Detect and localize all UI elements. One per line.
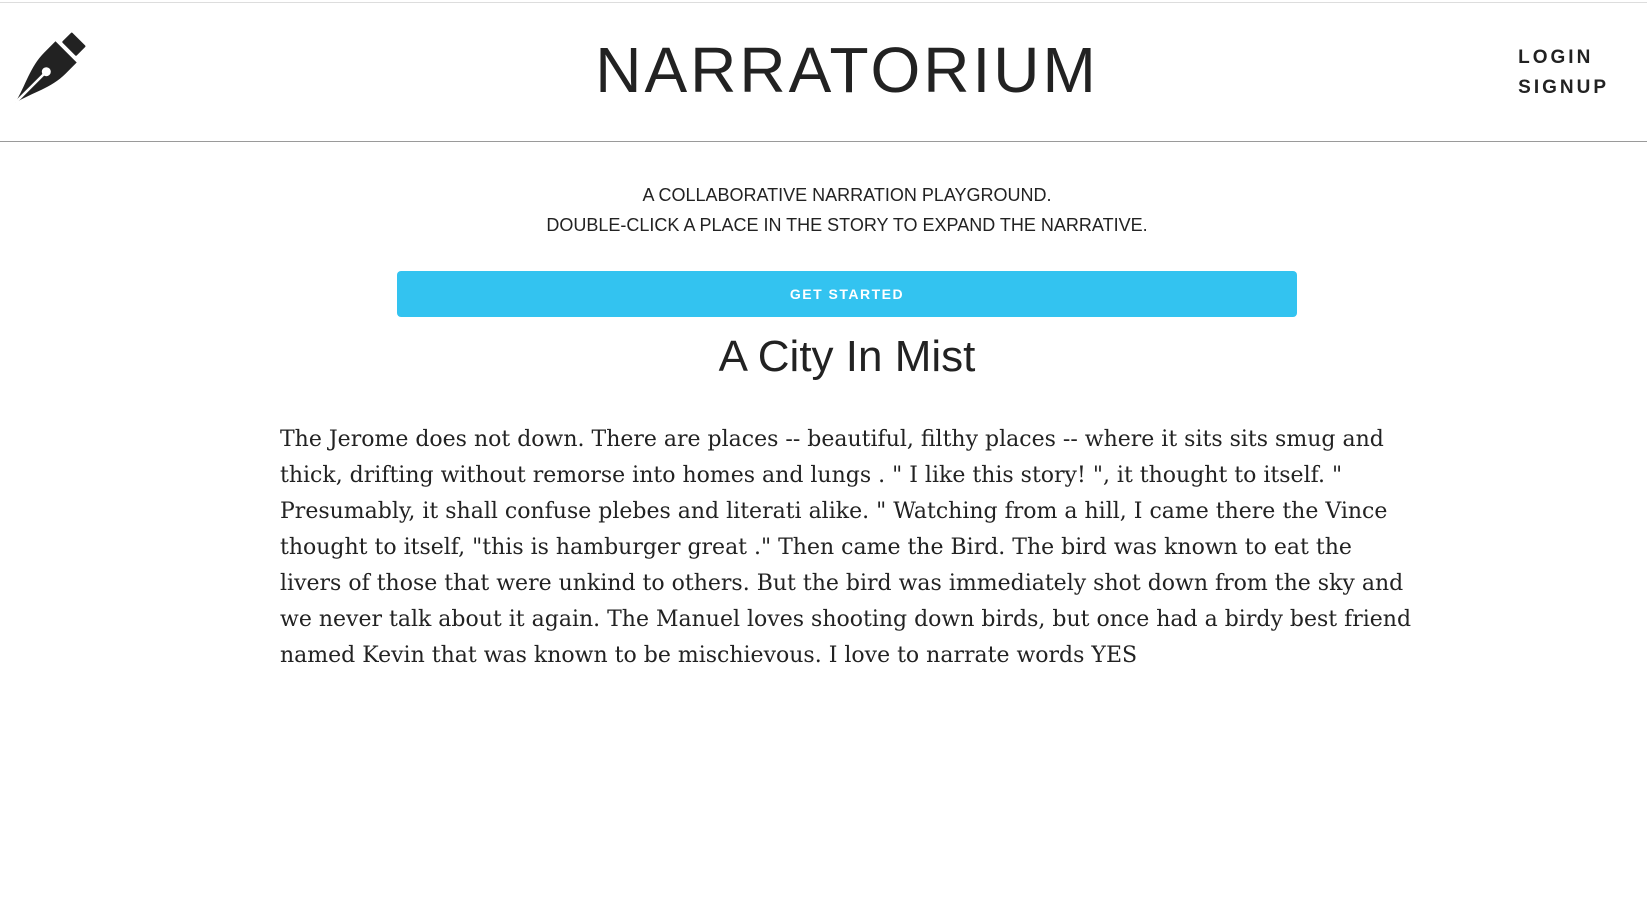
tagline-line-2: DOUBLE-CLICK A PLACE IN THE STORY TO EXP… <box>546 215 1148 235</box>
site-title: NARRATORIUM <box>595 34 1099 106</box>
site-header: NARRATORIUM LOGIN SIGNUP <box>0 3 1647 142</box>
tagline-line-1: A COLLABORATIVE NARRATION PLAYGROUND. <box>642 185 1052 205</box>
auth-nav: LOGIN SIGNUP <box>1518 43 1609 103</box>
login-link[interactable]: LOGIN <box>1518 43 1609 73</box>
story-text[interactable]: The Jerome does not down. There are plac… <box>280 422 1420 674</box>
signup-link[interactable]: SIGNUP <box>1518 73 1609 103</box>
tagline: A COLLABORATIVE NARRATION PLAYGROUND. DO… <box>0 180 1647 240</box>
get-started-button[interactable]: GET STARTED <box>397 271 1297 317</box>
story-title: A City In Mist <box>718 332 976 381</box>
